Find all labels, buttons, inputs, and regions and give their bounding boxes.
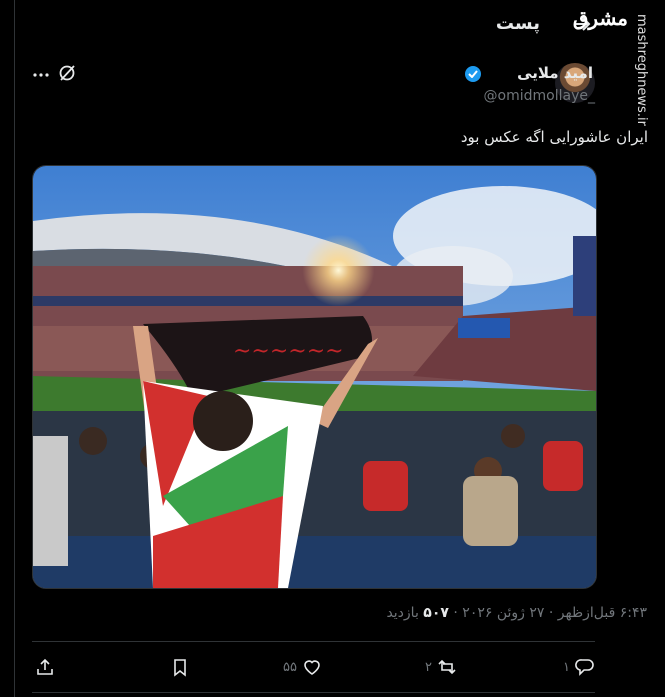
tweet-photo[interactable]: ~~~~~~ (32, 165, 597, 589)
retweet-count: ۲ (425, 659, 432, 675)
page-header: پست مشرق (14, 0, 628, 52)
retweet-button[interactable]: ۲ (425, 656, 457, 678)
watermark-logo: مشرق (572, 6, 628, 30)
divider-bottom (32, 692, 595, 693)
reply-count: ۱ (563, 659, 570, 675)
side-watermark: mashreghnews.ir (634, 14, 649, 126)
verified-icon (465, 66, 481, 82)
tweet-date[interactable]: ۲۷ ژوئن ۲۰۲۶ (462, 605, 544, 621)
reply-button[interactable]: ۱ (563, 656, 595, 678)
grok-icon[interactable] (58, 64, 76, 82)
share-icon (37, 658, 53, 675)
retweet-icon (438, 659, 456, 675)
like-button[interactable]: ۵۵ (283, 656, 322, 678)
share-button[interactable] (35, 656, 55, 678)
more-icon[interactable] (33, 66, 49, 78)
divider (32, 641, 595, 642)
author-handle[interactable]: @omidmollaye_ (484, 88, 595, 104)
meta-separator: · (548, 605, 554, 621)
reply-icon (575, 659, 594, 676)
tweet-time[interactable]: ۶:۴۳ قبل‌ازظهر (558, 605, 647, 621)
views-count: ۵۰۷ (423, 605, 449, 621)
author-name[interactable]: امید ملایی (517, 64, 593, 82)
page-title: پست (495, 13, 540, 34)
side-gutter: mashreghnews.ir (613, 0, 665, 697)
bookmark-icon (174, 659, 186, 677)
meta-separator-2: · (453, 605, 458, 621)
tweet-meta: ۶:۴۳ قبل‌ازظهر · ۲۷ ژوئن ۲۰۲۶ · ۵۰۷ بازد… (386, 605, 647, 621)
views-label: بازدید (386, 605, 419, 621)
like-count: ۵۵ (283, 659, 297, 675)
bookmark-button[interactable] (170, 656, 190, 678)
like-icon (304, 660, 320, 675)
svg-text:~~~~~~: ~~~~~~ (233, 339, 344, 364)
tweet-text: ایران عاشورایی اگه عکس بود (460, 128, 648, 146)
